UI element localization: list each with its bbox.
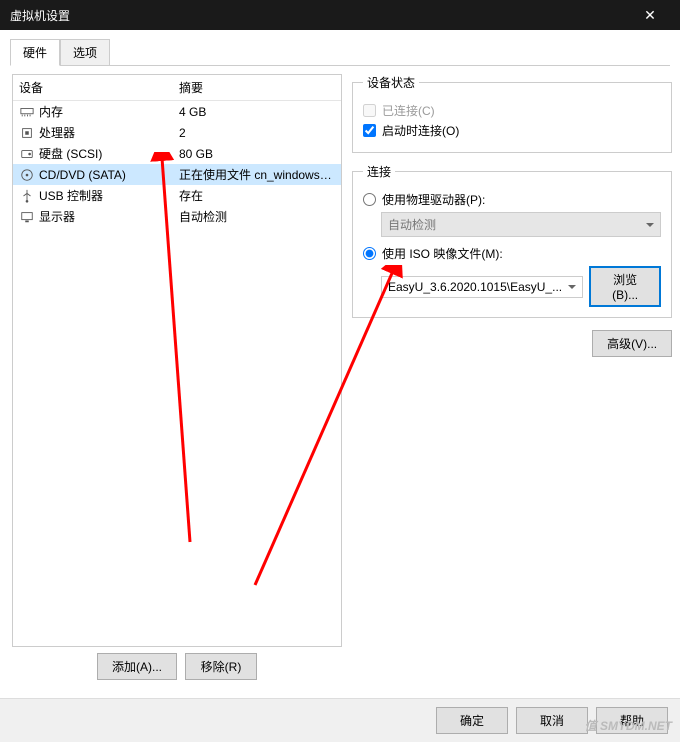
list-item-usb[interactable]: USB 控制器 存在 [13,185,341,206]
device-name: 处理器 [39,124,75,141]
header-device: 设备 [19,79,179,96]
disk-icon [19,146,35,162]
device-name: CD/DVD (SATA) [39,168,126,182]
left-buttons: 添加(A)... 移除(R) [12,653,342,680]
cpu-icon [19,125,35,141]
iso-path-dropdown[interactable]: EasyU_3.6.2020.1015\EasyU_... [381,276,583,298]
help-button[interactable]: 帮助 [596,707,668,734]
device-summary: 自动检测 [179,208,335,225]
physical-radio[interactable] [363,193,376,206]
iso-radio[interactable] [363,247,376,260]
panel: 设备 摘要 内存 4 GB 处理器 2 硬盘 (SCSI) 80 GB CD/D… [10,66,670,688]
list-item-disk[interactable]: 硬盘 (SCSI) 80 GB [13,143,341,164]
device-status-group: 设备状态 已连接(C) 启动时连接(O) [352,74,672,153]
list-item-cpu[interactable]: 处理器 2 [13,122,341,143]
left-column: 设备 摘要 内存 4 GB 处理器 2 硬盘 (SCSI) 80 GB CD/D… [12,74,342,680]
device-summary: 存在 [179,187,335,204]
device-name: USB 控制器 [39,187,103,204]
connected-label: 已连接(C) [382,102,435,119]
iso-label: 使用 ISO 映像文件(M): [382,245,503,262]
ok-button[interactable]: 确定 [436,707,508,734]
add-button[interactable]: 添加(A)... [97,653,177,680]
device-status-legend: 设备状态 [363,74,419,91]
device-list: 设备 摘要 内存 4 GB 处理器 2 硬盘 (SCSI) 80 GB CD/D… [12,74,342,647]
device-name: 内存 [39,103,63,120]
device-name: 显示器 [39,208,75,225]
physical-radio-row[interactable]: 使用物理驱动器(P): [363,191,661,208]
cdrom-icon [19,167,35,183]
tab-hardware[interactable]: 硬件 [10,39,60,66]
titlebar: 虚拟机设置 ✕ [0,0,680,30]
list-item-display[interactable]: 显示器 自动检测 [13,206,341,227]
connection-legend: 连接 [363,163,395,180]
bottom-bar: 确定 取消 帮助 [0,698,680,742]
list-item-memory[interactable]: 内存 4 GB [13,101,341,122]
usb-icon [19,188,35,204]
tab-strip: 硬件 选项 [10,38,670,66]
device-summary: 80 GB [179,147,335,161]
connected-checkbox-row: 已连接(C) [363,102,661,119]
content-area: 硬件 选项 设备 摘要 内存 4 GB 处理器 2 硬盘 (SCSI) [0,30,680,688]
physical-label: 使用物理驱动器(P): [382,191,485,208]
tab-options[interactable]: 选项 [60,39,110,66]
list-header: 设备 摘要 [13,75,341,101]
connected-checkbox [363,104,376,117]
connection-group: 连接 使用物理驱动器(P): 自动检测 使用 ISO 映像文件(M): Easy… [352,163,672,318]
remove-button[interactable]: 移除(R) [185,653,257,680]
device-name: 硬盘 (SCSI) [39,145,102,162]
right-column: 设备状态 已连接(C) 启动时连接(O) 连接 使用物理驱动器(P): 自动检测 [352,74,672,680]
connect-on-start-checkbox[interactable] [363,124,376,137]
connect-on-start-label: 启动时连接(O) [382,122,459,139]
physical-dropdown: 自动检测 [381,212,661,237]
device-summary: 4 GB [179,105,335,119]
connect-on-start-row[interactable]: 启动时连接(O) [363,122,661,139]
cancel-button[interactable]: 取消 [516,707,588,734]
window-title: 虚拟机设置 [10,7,70,24]
device-summary: 正在使用文件 cn_windows_1... [179,166,335,183]
device-summary: 2 [179,126,335,140]
browse-button[interactable]: 浏览(B)... [589,266,661,307]
header-summary: 摘要 [179,79,203,96]
memory-icon [19,104,35,120]
list-item-cdrom[interactable]: CD/DVD (SATA) 正在使用文件 cn_windows_1... [13,164,341,185]
advanced-button[interactable]: 高级(V)... [592,330,672,357]
iso-radio-row[interactable]: 使用 ISO 映像文件(M): [363,245,661,262]
display-icon [19,209,35,225]
close-icon[interactable]: ✕ [630,7,670,24]
